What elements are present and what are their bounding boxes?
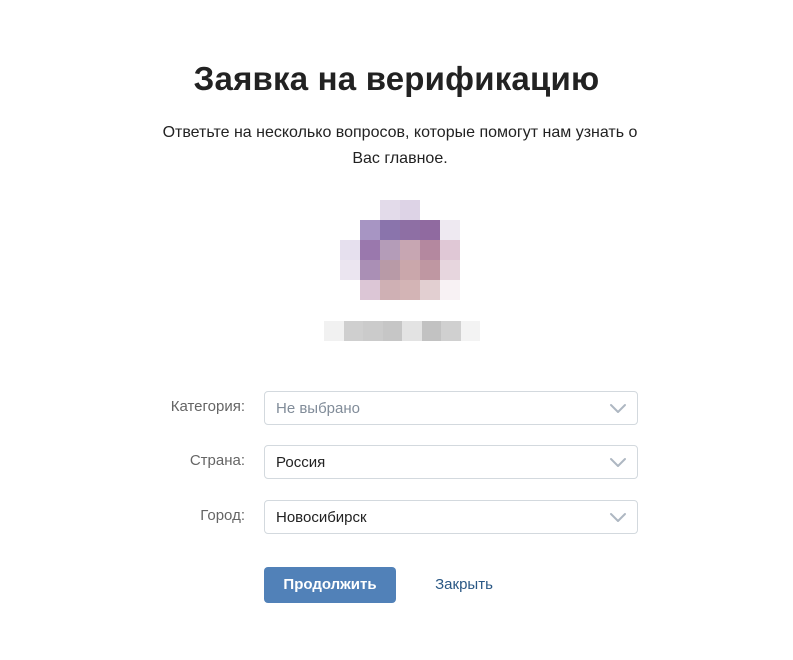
verification-page: Заявка на верификацию Ответьте на нескол…: [0, 0, 793, 660]
avatar-pixel: [420, 260, 440, 280]
avatar-pixel: [440, 220, 460, 240]
city-label: Город:: [200, 507, 245, 524]
avatar-pixel: [340, 200, 360, 220]
city-value: Новосибирск: [276, 509, 367, 526]
avatar-pixel: [380, 260, 400, 280]
avatar-pixel: [400, 200, 420, 220]
category-value: Не выбрано: [276, 400, 360, 417]
avatar-pixel: [400, 280, 420, 300]
close-button[interactable]: Закрыть: [412, 567, 516, 603]
avatar-pixel: [400, 240, 420, 260]
username-pixel: [324, 321, 344, 341]
category-row: Категория: Не выбрано: [0, 390, 793, 426]
country-value: Россия: [276, 454, 326, 471]
page-subtitle: Ответьте на несколько вопросов, которые …: [162, 124, 638, 167]
avatar-pixel: [440, 280, 460, 300]
avatar-pixel: [340, 220, 360, 240]
avatar-pixel: [400, 220, 420, 240]
profile-name[interactable]: [324, 321, 480, 341]
avatar-pixel: [360, 260, 380, 280]
page-title: Заявка на верификацию: [193, 60, 600, 97]
username-pixel: [441, 321, 461, 341]
avatar-pixel: [420, 200, 440, 220]
chevron-down-icon: [610, 513, 626, 522]
avatar-pixel: [440, 200, 460, 220]
city-select[interactable]: Новосибирск: [264, 500, 638, 534]
avatar-pixel: [420, 240, 440, 260]
avatar-pixel: [340, 280, 360, 300]
username-pixel: [382, 321, 402, 341]
avatar-pixel: [360, 240, 380, 260]
avatar-pixel: [340, 240, 360, 260]
username-pixel: [402, 321, 422, 341]
country-label: Страна:: [189, 452, 245, 469]
avatar-pixel: [380, 200, 400, 220]
avatar-pixel: [400, 260, 420, 280]
country-select[interactable]: Россия: [264, 445, 638, 479]
chevron-down-icon: [610, 458, 626, 467]
avatar-pixel: [440, 240, 460, 260]
avatar-pixel: [440, 260, 460, 280]
avatar-pixel: [420, 220, 440, 240]
avatar-pixel: [380, 280, 400, 300]
city-row: Город: Новосибирск: [0, 499, 793, 535]
continue-button[interactable]: Продолжить: [264, 567, 396, 603]
avatar-pixel: [360, 220, 380, 240]
avatar[interactable]: [340, 200, 460, 300]
category-label: Категория:: [170, 398, 245, 415]
avatar-pixel: [340, 260, 360, 280]
avatar-pixel: [420, 280, 440, 300]
username-pixel: [460, 321, 480, 341]
category-select[interactable]: Не выбрано: [264, 391, 638, 425]
avatar-pixel: [380, 220, 400, 240]
avatar-pixel: [360, 280, 380, 300]
avatar-pixel: [360, 200, 380, 220]
username-pixel: [421, 321, 441, 341]
username-pixel: [343, 321, 363, 341]
chevron-down-icon: [610, 404, 626, 413]
avatar-pixel: [380, 240, 400, 260]
username-pixel: [363, 321, 383, 341]
country-row: Страна: Россия: [0, 444, 793, 480]
